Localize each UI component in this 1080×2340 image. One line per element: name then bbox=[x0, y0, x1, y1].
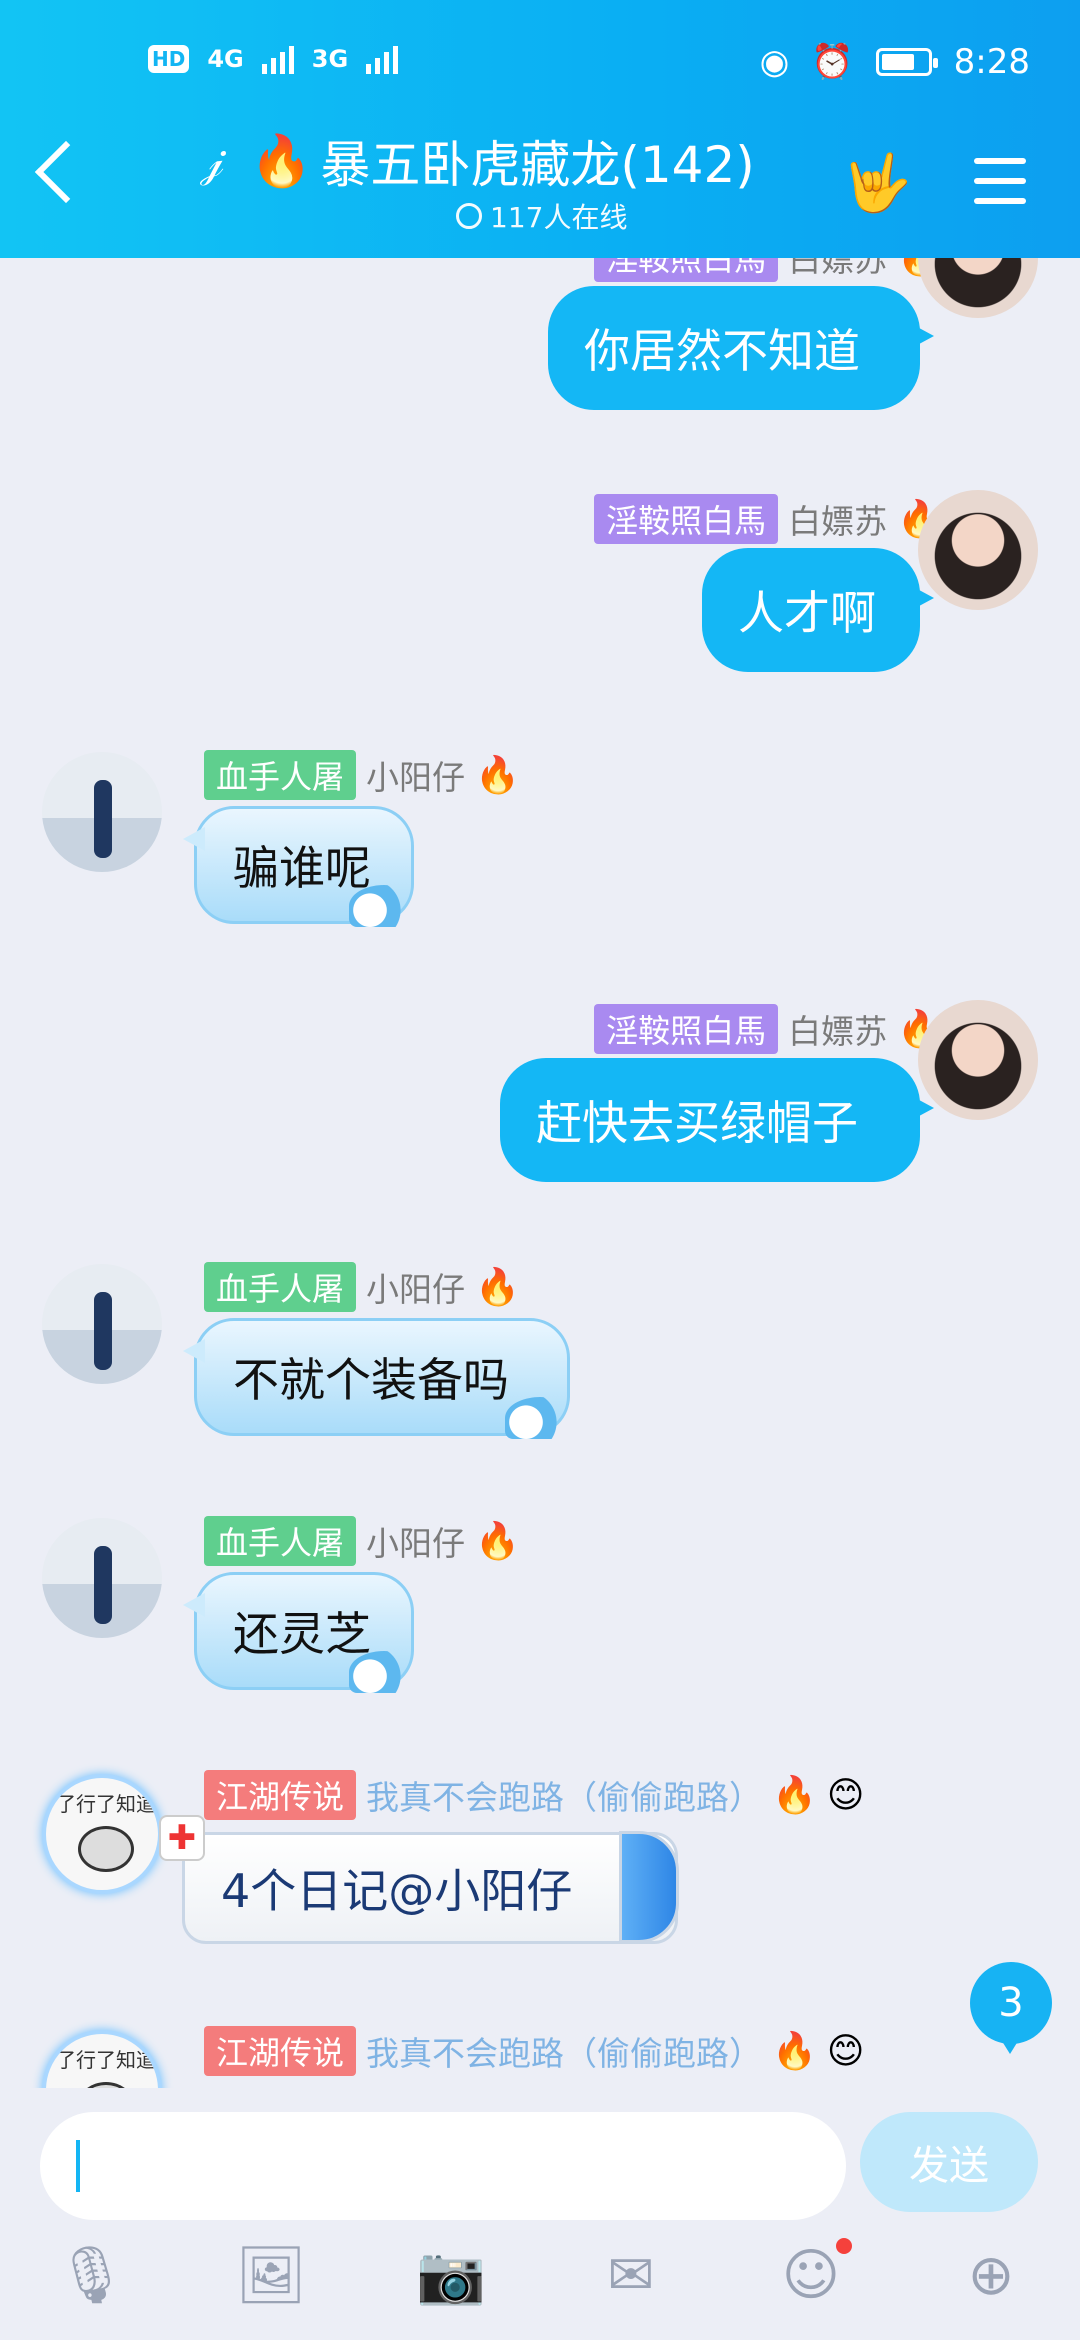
input-bar: 发送 🎙 🖼 📷 ✉ ☺ ⊕ bbox=[0, 2088, 1080, 2340]
signal-icon bbox=[261, 44, 294, 74]
member-title-badge: 淫鞍照白馬 bbox=[594, 258, 779, 282]
online-status: 117人在线 bbox=[456, 196, 627, 236]
avatar[interactable] bbox=[918, 490, 1038, 610]
status-bar: HD 4G 3G ◉ ⏰ 8:28 bbox=[0, 36, 1080, 96]
avatar[interactable] bbox=[42, 752, 162, 872]
flower-emoji-icon: 😊 bbox=[826, 1774, 865, 1816]
red-packet-icon[interactable]: ✉ bbox=[596, 2240, 666, 2310]
avatar[interactable]: 了行了知道 bbox=[42, 1774, 162, 1894]
message-bubble[interactable]: 赶快去买绿帽子 bbox=[500, 1058, 934, 1182]
avatar[interactable] bbox=[918, 258, 1038, 318]
message-item: 血手人屠 小阳仔 🔥 不就个装备吗 bbox=[0, 1260, 1080, 1480]
message-bubble[interactable]: 还灵芝 bbox=[183, 1572, 419, 1693]
battery-icon bbox=[875, 48, 938, 76]
hd-indicator: HD bbox=[148, 45, 190, 73]
wave-decoration bbox=[349, 885, 419, 927]
sender-nickname: 白嫖苏 bbox=[788, 1012, 888, 1051]
sender-nickname: 小阳仔 bbox=[366, 1270, 466, 1309]
member-title-badge: 淫鞍照白馬 bbox=[594, 1004, 779, 1054]
member-title-badge: 淫鞍照白馬 bbox=[594, 494, 779, 544]
signal-4g-label: 4G bbox=[207, 45, 244, 73]
back-button[interactable] bbox=[34, 140, 98, 204]
message-text: 骗谁呢 bbox=[233, 841, 371, 895]
camera-icon[interactable]: 📷 bbox=[416, 2240, 486, 2310]
group-name: 暴五卧虎藏龙(142) bbox=[320, 136, 755, 194]
sender-nickname: 小阳仔 bbox=[366, 1524, 466, 1563]
fire-icon: 🔥 bbox=[475, 755, 520, 796]
wave-decoration bbox=[349, 1651, 419, 1693]
message-item: 淫鞍照白馬 白嫖苏 🔥 赶快去买绿帽子 bbox=[0, 1000, 1080, 1224]
ear-icon[interactable]: 𝒿 bbox=[200, 136, 224, 187]
sender-nickname: 白嫖苏 bbox=[788, 258, 888, 279]
menu-button[interactable] bbox=[974, 158, 1026, 218]
medical-bag-icon: ✚ bbox=[159, 1815, 205, 1861]
sender-nickname: 小阳仔 bbox=[366, 758, 466, 797]
alarm-icon: ⏰ bbox=[811, 42, 854, 82]
sender-nickname: 我真不会跑路（偷偷跑路） bbox=[366, 2034, 763, 2073]
chat-header: HD 4G 3G ◉ ⏰ 8:28 𝒿 🔥 暴五卧虎藏龙(142) 117人在线… bbox=[0, 0, 1080, 258]
message-item: 了行了知道 江湖传说 我真不会跑路（偷偷跑路） 🔥 😊 ✚ 4个日记@小阳仔 bbox=[0, 1768, 1080, 1988]
online-count: 117人在线 bbox=[490, 201, 628, 234]
message-bubble[interactable]: 骗谁呢 bbox=[183, 806, 419, 927]
text-caret bbox=[76, 2140, 80, 2192]
member-title-badge: 血手人屠 bbox=[204, 1262, 357, 1312]
eye-icon: ◉ bbox=[759, 42, 790, 82]
avatar-meme-text: 了行了知道 bbox=[56, 2048, 156, 2072]
avatar[interactable] bbox=[918, 1000, 1038, 1120]
fire-icon: 🔥 bbox=[475, 1267, 520, 1308]
image-icon[interactable]: 🖼 bbox=[235, 2240, 306, 2310]
member-title-badge: 血手人屠 bbox=[204, 750, 357, 800]
gesture-icon[interactable]: 🤟 bbox=[842, 150, 912, 216]
chat-list[interactable]: 淫鞍照白馬 白嫖苏 🔥 你居然不知道 淫鞍照白馬 白嫖苏 🔥 人才啊 血手人屠 … bbox=[0, 258, 1080, 2088]
member-title-badge: 江湖传说 bbox=[204, 2026, 357, 2076]
message-bubble[interactable]: 不就个装备吗 bbox=[183, 1318, 575, 1439]
signal-3g-label: 3G bbox=[311, 45, 349, 73]
message-item: 血手人屠 小阳仔 🔥 骗谁呢 bbox=[0, 748, 1080, 968]
sender-nickname: 白嫖苏 bbox=[788, 502, 888, 541]
online-icon bbox=[456, 203, 482, 229]
avatar[interactable]: 了行了知道 bbox=[42, 2030, 162, 2088]
sender-nickname: 我真不会跑路（偷偷跑路） bbox=[366, 1778, 763, 1817]
unread-count-badge[interactable]: 3 bbox=[970, 1962, 1052, 2054]
mic-icon[interactable]: 🎙 bbox=[55, 2240, 126, 2310]
input-toolbar: 🎙 🖼 📷 ✉ ☺ ⊕ bbox=[0, 2238, 1080, 2340]
member-title-badge: 血手人屠 bbox=[204, 1516, 357, 1566]
message-item: 淫鞍照白馬 白嫖苏 🔥 人才啊 bbox=[0, 490, 1080, 714]
message-item: 血手人屠 小阳仔 🔥 还灵芝 bbox=[0, 1514, 1080, 1734]
notification-dot bbox=[836, 2238, 852, 2254]
message-text: 还灵芝 bbox=[233, 1607, 371, 1661]
clock-time: 8:28 bbox=[953, 42, 1030, 82]
fire-icon: 🔥 bbox=[250, 131, 313, 190]
signal-icon-2 bbox=[366, 44, 399, 74]
message-text: 4个日记@小阳仔 bbox=[221, 1864, 573, 1918]
avatar[interactable] bbox=[42, 1264, 162, 1384]
member-title-badge: 江湖传说 bbox=[204, 1770, 357, 1820]
message-bubble[interactable]: ✚ 4个日记@小阳仔 bbox=[159, 1815, 679, 1944]
fire-icon: 🔥 bbox=[772, 2031, 817, 2072]
message-item: 淫鞍照白馬 白嫖苏 🔥 你居然不知道 bbox=[0, 258, 1080, 410]
flower-emoji-icon: 😊 bbox=[826, 2030, 865, 2072]
plus-icon[interactable]: ⊕ bbox=[956, 2240, 1026, 2310]
fire-icon: 🔥 bbox=[772, 1775, 817, 1816]
avatar-meme-text: 了行了知道 bbox=[56, 1792, 156, 1816]
send-button[interactable]: 发送 bbox=[860, 2112, 1038, 2212]
message-bubble[interactable]: 人才啊 bbox=[702, 548, 934, 672]
pill-cap-decoration bbox=[619, 1831, 679, 1943]
message-item: 了行了知道 江湖传说 我真不会跑路（偷偷跑路） 🔥 😊 bbox=[0, 2024, 1080, 2088]
message-input[interactable] bbox=[40, 2112, 846, 2220]
fire-icon: 🔥 bbox=[475, 1521, 520, 1562]
wave-decoration bbox=[505, 1397, 575, 1439]
message-bubble[interactable]: 你居然不知道 bbox=[548, 286, 934, 410]
avatar[interactable] bbox=[42, 1518, 162, 1638]
message-text: 不就个装备吗 bbox=[233, 1353, 509, 1407]
emoji-icon[interactable]: ☺ bbox=[776, 2238, 852, 2310]
group-title[interactable]: 𝒿 🔥 暴五卧虎藏龙(142) bbox=[200, 125, 755, 197]
